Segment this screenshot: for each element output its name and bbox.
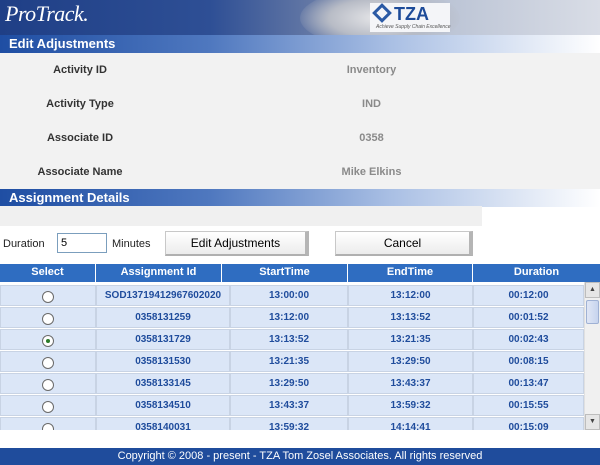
row-select-radio[interactable] (42, 313, 54, 325)
column-header-assignment-id: Assignment Id (96, 264, 222, 282)
end-time-cell: 13:12:00 (348, 285, 473, 306)
table-row[interactable]: 0358131259 13:12:00 13:13:52 00:01:52 (0, 307, 584, 329)
activity-id-row: Activity ID Inventory (0, 64, 600, 84)
duration-cell: 00:13:47 (473, 373, 584, 394)
duration-cell: 00:15:55 (473, 395, 584, 416)
row-select-radio-checked[interactable] (42, 335, 54, 347)
duration-controls: Duration Minutes Edit Adjustments Cancel (0, 226, 482, 262)
table-row[interactable]: 0358134510 13:43:37 13:59:32 00:15:55 (0, 395, 584, 417)
select-cell (0, 417, 96, 430)
associate-id-value: 0358 (359, 132, 384, 144)
associate-name-row: Associate Name Mike Elkins (0, 166, 600, 186)
scroll-down-arrow-icon[interactable]: ▼ (585, 414, 600, 430)
assignments-table-header: Select Assignment Id StartTime EndTime D… (0, 264, 600, 282)
table-row[interactable]: SOD13719412967602020 13:00:00 13:12:00 0… (0, 285, 584, 307)
select-cell (0, 351, 96, 372)
footer-copyright: Copyright © 2008 - present - TZA Tom Zos… (0, 448, 600, 465)
row-select-radio[interactable] (42, 401, 54, 413)
row-select-radio[interactable] (42, 423, 54, 430)
assignment-id-cell: 0358131530 (96, 351, 230, 372)
tza-tagline: Achieve Supply Chain Excellence (376, 24, 451, 30)
associate-id-row: Associate ID 0358 (0, 132, 600, 152)
associate-id-label: Associate ID (46, 132, 114, 144)
associate-name-value: Mike Elkins (341, 166, 402, 178)
duration-cell: 00:08:15 (473, 351, 584, 372)
assignments-table-body[interactable]: SOD13719412967602020 13:00:00 13:12:00 0… (0, 282, 600, 430)
assignment-id-cell: 0358140031 (96, 417, 230, 430)
assignment-id-cell: 0358134510 (96, 395, 230, 416)
start-time-cell: 13:59:32 (230, 417, 348, 430)
end-time-cell: 13:59:32 (348, 395, 473, 416)
end-time-cell: 13:43:37 (348, 373, 473, 394)
activity-id-label: Activity ID (53, 64, 107, 76)
assignment-id-cell: 0358131729 (96, 329, 230, 350)
activity-id-value: Inventory (346, 64, 397, 76)
activity-type-value: IND (362, 98, 381, 110)
duration-label: Duration (3, 238, 45, 250)
row-select-radio[interactable] (42, 357, 54, 369)
column-header-end-time: EndTime (348, 264, 473, 282)
assignment-id-cell: 0358131259 (96, 307, 230, 328)
activity-type-label: Activity Type (46, 98, 114, 110)
select-cell (0, 285, 96, 306)
action-bar-spacer (0, 206, 482, 226)
select-cell (0, 395, 96, 416)
cancel-button[interactable]: Cancel (335, 231, 473, 256)
table-row[interactable]: 0358131729 13:13:52 13:21:35 00:02:43 (0, 329, 584, 351)
edit-adjustments-header: Edit Adjustments (0, 35, 600, 53)
tza-logo-text: TZA (394, 4, 429, 24)
table-scrollbar[interactable]: ▲ ▼ (584, 282, 600, 430)
adjustment-details-panel: Activity ID Inventory Activity Type IND … (0, 53, 600, 189)
row-select-radio[interactable] (42, 379, 54, 391)
table-row[interactable]: 0358131530 13:21:35 13:29:50 00:08:15 (0, 351, 584, 373)
end-time-cell: 13:21:35 (348, 329, 473, 350)
assignment-details-header: Assignment Details (0, 189, 600, 207)
start-time-cell: 13:21:35 (230, 351, 348, 372)
start-time-cell: 13:29:50 (230, 373, 348, 394)
assignment-id-cell: 0358133145 (96, 373, 230, 394)
table-row[interactable]: 0358133145 13:29:50 13:43:37 00:13:47 (0, 373, 584, 395)
start-time-cell: 13:43:37 (230, 395, 348, 416)
app-banner: ProTrack. TZA Achieve Supply Chain Excel… (0, 0, 600, 35)
duration-input[interactable] (57, 233, 107, 253)
column-header-duration: Duration (513, 266, 560, 278)
column-header-start-time: StartTime (222, 264, 348, 282)
tza-diamond-icon (372, 3, 392, 23)
scroll-up-arrow-icon[interactable]: ▲ (585, 282, 600, 298)
assignment-id-cell: SOD13719412967602020 (96, 285, 230, 306)
end-time-cell: 13:13:52 (348, 307, 473, 328)
edit-adjustments-button[interactable]: Edit Adjustments (165, 231, 309, 256)
select-cell (0, 373, 96, 394)
minutes-label: Minutes (112, 238, 151, 250)
table-row[interactable]: 0358140031 13:59:32 14:14:41 00:15:09 (0, 417, 584, 430)
start-time-cell: 13:12:00 (230, 307, 348, 328)
scrollbar-thumb[interactable] (586, 300, 599, 324)
duration-cell: 00:01:52 (473, 307, 584, 328)
associate-name-label: Associate Name (37, 166, 123, 178)
duration-cell: 00:02:43 (473, 329, 584, 350)
row-select-radio[interactable] (42, 291, 54, 303)
tza-logo: TZA Achieve Supply Chain Excellence (370, 3, 451, 32)
activity-type-row: Activity Type IND (0, 98, 600, 118)
select-cell (0, 307, 96, 328)
duration-cell: 00:12:00 (473, 285, 584, 306)
start-time-cell: 13:13:52 (230, 329, 348, 350)
select-cell (0, 329, 96, 350)
protrack-logo: ProTrack. (5, 1, 89, 26)
column-header-select: Select (0, 264, 96, 282)
duration-cell: 00:15:09 (473, 417, 584, 430)
end-time-cell: 14:14:41 (348, 417, 473, 430)
start-time-cell: 13:00:00 (230, 285, 348, 306)
end-time-cell: 13:29:50 (348, 351, 473, 372)
